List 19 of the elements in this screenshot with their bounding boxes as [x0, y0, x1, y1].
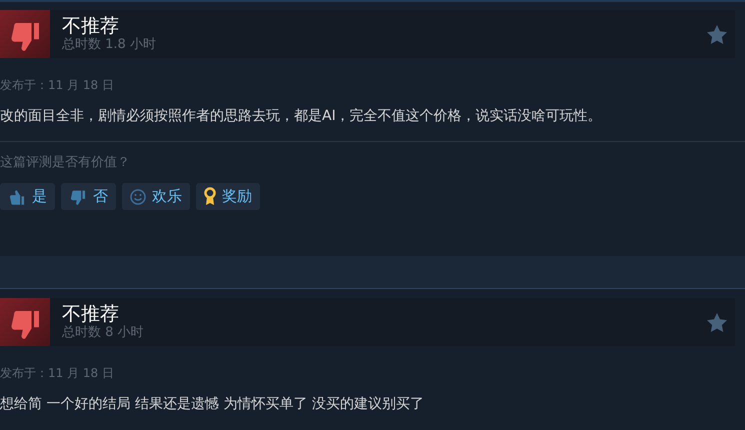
review-verdict: 不推荐	[62, 303, 120, 325]
smiley-icon	[130, 188, 146, 204]
award-button[interactable]: 奖励	[196, 183, 260, 210]
star-icon	[707, 312, 727, 332]
award-ribbon-icon	[204, 187, 216, 206]
helpful-question: 这篇评测是否有价值？	[0, 155, 131, 171]
yes-button[interactable]: 是	[0, 183, 55, 210]
posted-date: 发布于：11 月 18 日	[0, 77, 115, 93]
star-icon	[707, 24, 727, 44]
review-text: 想给简 一个好的结局 结果还是遗憾 为情怀买单了 没买的建议别买了	[0, 395, 425, 413]
playtime: 总时数 1.8 小时	[62, 37, 157, 53]
thumbs-up-icon	[8, 188, 26, 206]
posted-date: 发布于：11 月 18 日	[0, 365, 115, 381]
funny-button[interactable]: 欢乐	[122, 183, 190, 210]
playtime: 总时数 8 小时	[62, 325, 145, 341]
review-verdict: 不推荐	[62, 15, 120, 37]
thumbs-down-icon	[69, 188, 87, 206]
review-text: 改的面目全非，剧情必须按照作者的思路去玩，都是AI，完全不值这个价格，说实话没啥可玩性。	[0, 107, 603, 125]
no-button[interactable]: 否	[61, 183, 116, 210]
